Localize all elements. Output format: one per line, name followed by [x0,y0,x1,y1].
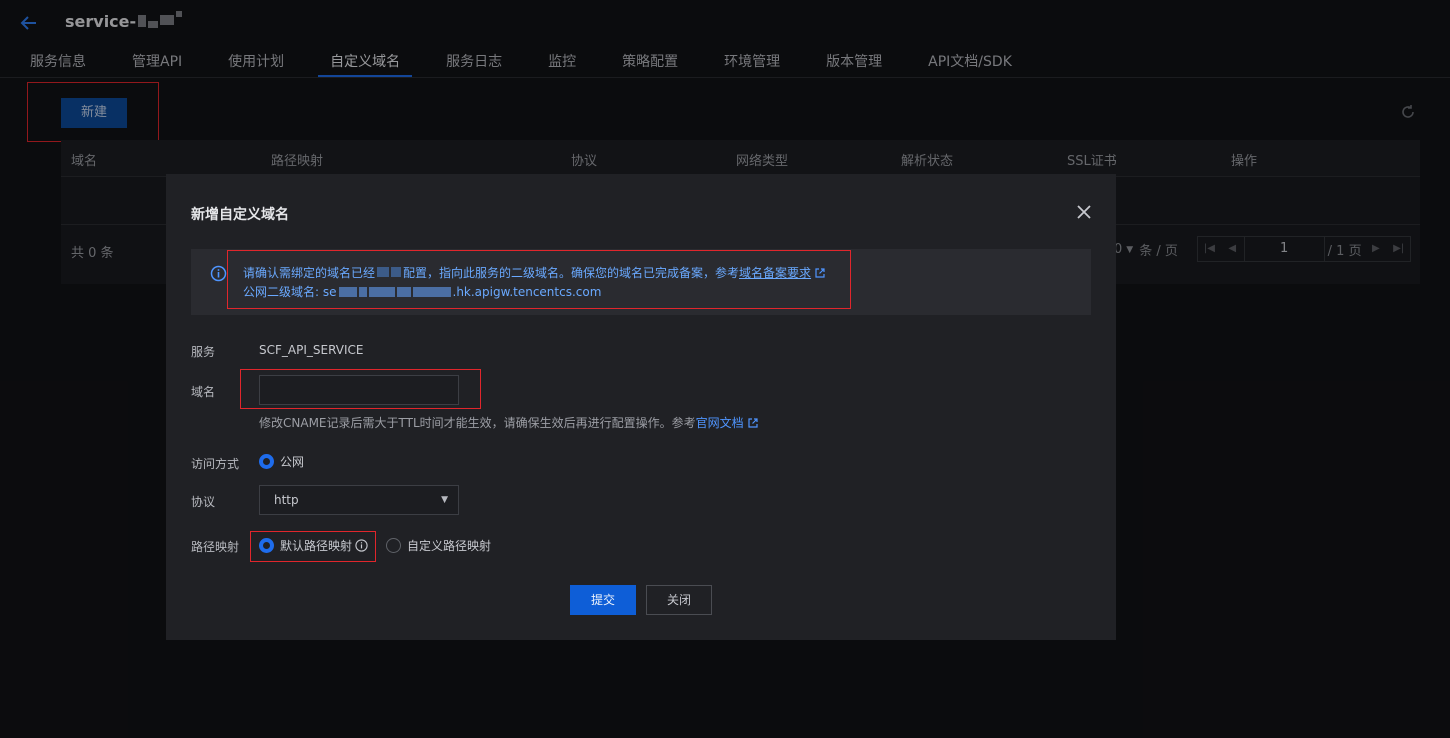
access-label: 访问方式 [191,457,240,471]
subdomain-prefix: 公网二级域名: se [243,285,337,299]
radio-public-network[interactable]: 公网 [259,453,304,470]
protocol-value: http [274,493,299,507]
official-docs-link[interactable]: 官网文档 [696,416,744,430]
modal-title: 新增自定义域名 [191,207,289,223]
info-icon [210,265,227,282]
radio-public-label: 公网 [280,455,305,469]
add-domain-modal: 新增自定义域名 请确认需绑定的域名已经 配置，指向此服务的二级域名。确保您的域名已… [166,174,1116,640]
domain-hint: 修改CNAME记录后需大于TTL时间才能生效，请确保生效后再进行配置操作。参考官… [259,414,758,431]
radio-custom-label: 自定义路径映射 [407,539,492,553]
close-icon[interactable] [1075,203,1093,221]
path-mapping-label: 路径映射 [191,540,240,554]
domain-input[interactable] [259,375,459,405]
protocol-select[interactable]: http ▼ [259,485,459,515]
radio-checked-icon [259,454,274,469]
protocol-label: 协议 [191,495,216,509]
info-icon[interactable] [355,539,368,552]
subdomain-suffix: .hk.apigw.tencentcs.com [452,284,602,299]
domain-label: 域名 [191,385,216,399]
notice-text-line2: 公网二级域名: se .hk.apigw.tencentcs.com [243,283,601,300]
external-link-icon [815,267,825,278]
redacted-subdomain [338,286,451,297]
domain-hint-text: 修改CNAME记录后需大于TTL时间才能生效，请确保生效后再进行配置操作。参考 [259,416,696,430]
external-link-icon [748,417,758,428]
redacted-text [377,267,402,277]
service-label: 服务 [191,345,216,359]
radio-default-label: 默认路径映射 [280,539,353,553]
radio-checked-icon [259,538,274,553]
close-button[interactable]: 关闭 [646,585,712,615]
submit-button[interactable]: 提交 [570,585,636,615]
radio-unchecked-icon [386,538,401,553]
notice-text-b: 配置，指向此服务的二级域名。确保您的域名已完成备案，参考 [403,266,740,280]
radio-custom-path-mapping[interactable]: 自定义路径映射 [386,537,491,554]
service-value: SCF_API_SERVICE [259,343,364,357]
icp-requirements-link[interactable]: 域名备案要求 [739,266,811,280]
radio-default-path-mapping[interactable]: 默认路径映射 [259,537,368,554]
notice-banner: 请确认需绑定的域名已经 配置，指向此服务的二级域名。确保您的域名已完成备案，参考域… [191,249,1091,315]
notice-text-a: 请确认需绑定的域名已经 [243,266,376,280]
chevron-down-icon: ▼ [441,495,448,505]
notice-text-line1: 请确认需绑定的域名已经 配置，指向此服务的二级域名。确保您的域名已完成备案，参考域… [243,264,825,281]
